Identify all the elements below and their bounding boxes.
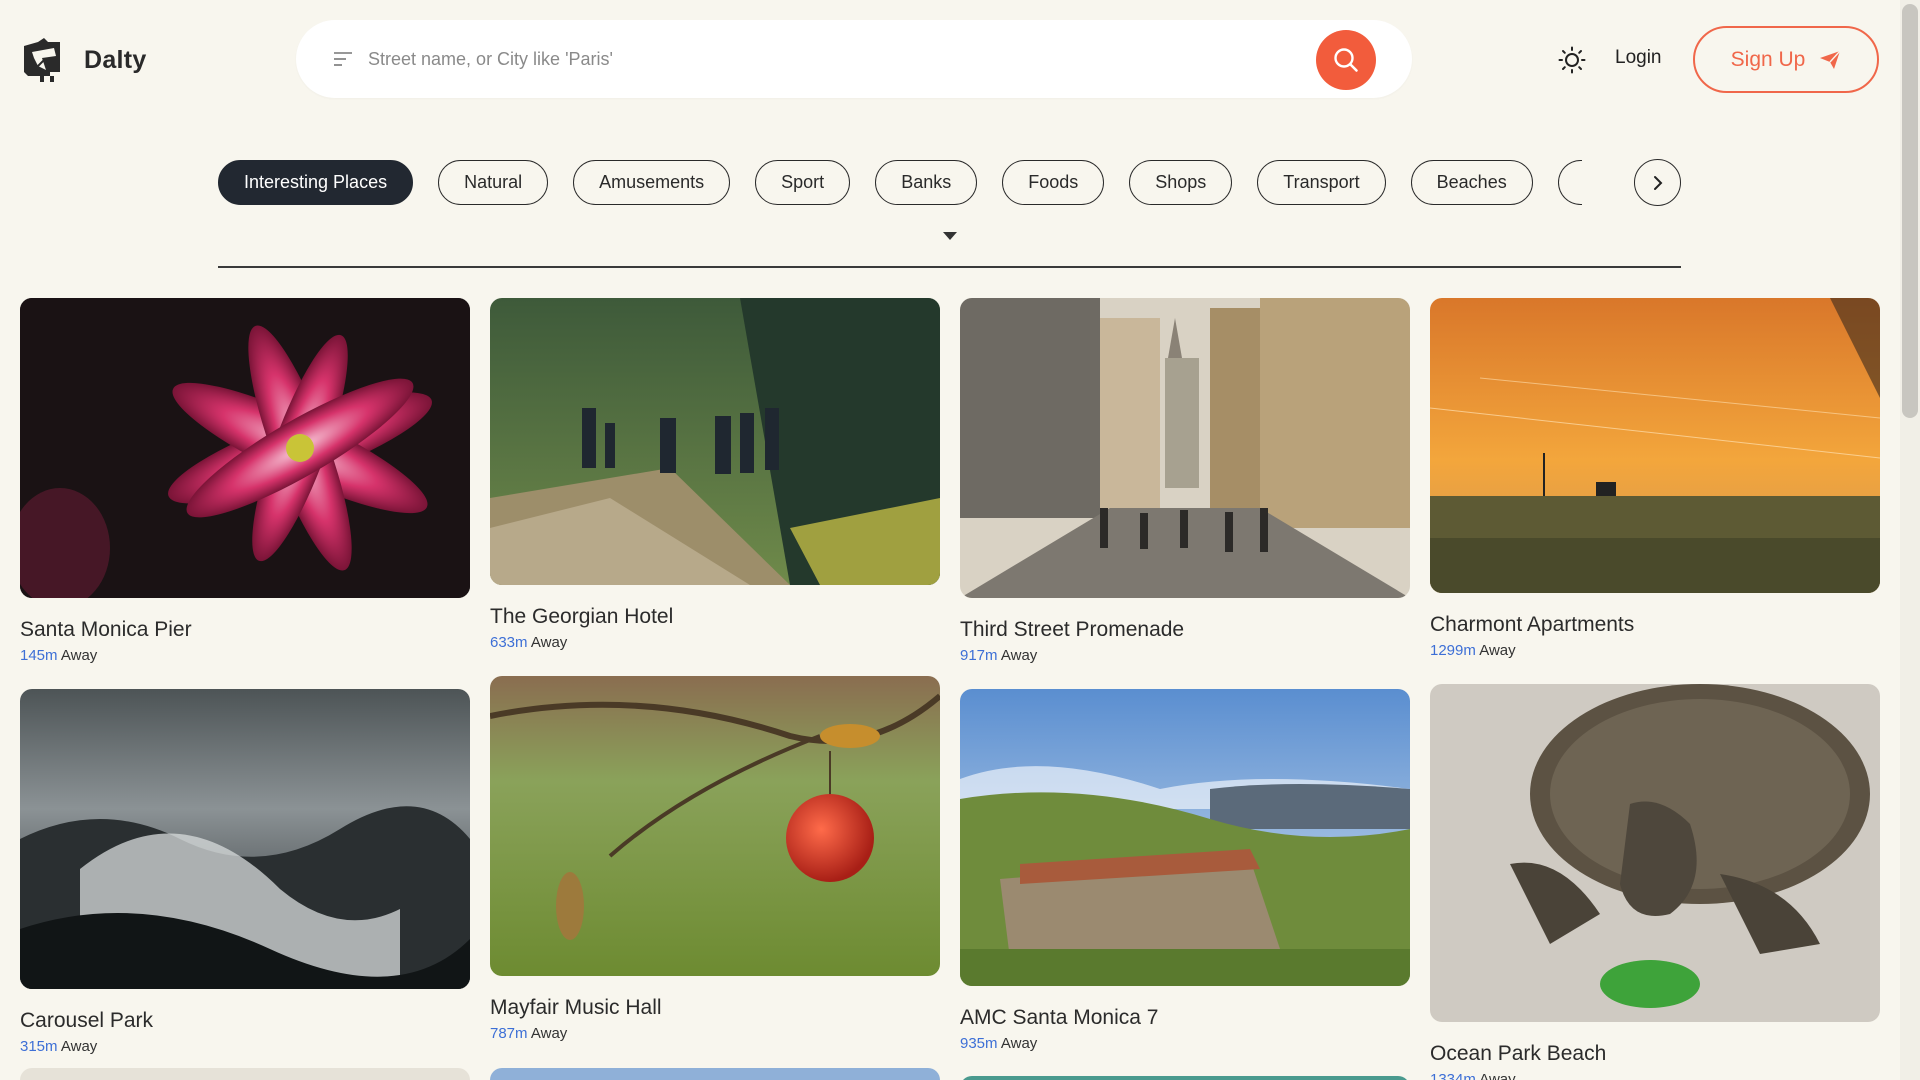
- place-photo: [490, 298, 940, 585]
- place-photo: [20, 298, 470, 598]
- chevron-right-icon: [1653, 175, 1662, 190]
- search-button[interactable]: [1316, 30, 1376, 90]
- sun-icon[interactable]: [1558, 46, 1586, 74]
- place-distance: 787m Away: [490, 1025, 568, 1042]
- place-card[interactable]: Santa Monica Pier 145m Away: [20, 298, 470, 664]
- place-card-peek[interactable]: [960, 1076, 1410, 1080]
- search-input[interactable]: [368, 48, 1268, 70]
- search-icon: [1334, 48, 1358, 72]
- place-title: AMC Santa Monica 7: [960, 1006, 1159, 1029]
- login-link[interactable]: Login: [1615, 47, 1662, 69]
- place-title: Mayfair Music Hall: [490, 996, 662, 1019]
- tab-sport[interactable]: Sport: [755, 159, 851, 205]
- place-photo: [20, 689, 470, 989]
- tab-natural[interactable]: Natural: [438, 159, 549, 205]
- place-card[interactable]: Third Street Promenade 917m Away: [960, 298, 1410, 664]
- place-card[interactable]: Mayfair Music Hall 787m Away: [490, 676, 940, 1042]
- place-distance: 1299m Away: [1430, 642, 1516, 659]
- place-distance: 917m Away: [960, 647, 1038, 664]
- place-card[interactable]: AMC Santa Monica 7 935m Away: [960, 689, 1410, 1052]
- place-title: Charmont Apartments: [1430, 613, 1635, 636]
- place-title: Ocean Park Beach: [1430, 1042, 1607, 1065]
- place-title: The Georgian Hotel: [490, 605, 674, 628]
- place-distance: 315m Away: [20, 1038, 98, 1055]
- place-card-peek[interactable]: [20, 1068, 470, 1080]
- tab-banks[interactable]: Banks: [875, 159, 978, 205]
- tab-interesting-places[interactable]: Interesting Places: [218, 159, 414, 205]
- logo[interactable]: Dalty: [20, 36, 147, 84]
- place-card[interactable]: The Georgian Hotel 633m Away: [490, 298, 940, 651]
- place-distance: 1334m Away: [1430, 1071, 1516, 1080]
- place-title: Carousel Park: [20, 1009, 154, 1032]
- place-photo: [1430, 684, 1880, 1022]
- airplane-in-box-icon: [24, 38, 60, 82]
- filter-lines-icon[interactable]: [332, 50, 354, 68]
- place-distance: 633m Away: [490, 634, 568, 651]
- tab-shops[interactable]: Shops: [1129, 159, 1233, 205]
- place-photo: [960, 689, 1410, 986]
- tab-partial[interactable]: [1557, 159, 1582, 205]
- category-tabs: Interesting Places Natural Amusements Sp…: [218, 159, 1681, 205]
- place-card[interactable]: Ocean Park Beach 1334m Away: [1430, 684, 1880, 1080]
- tab-amusements[interactable]: Amusements: [573, 159, 731, 205]
- place-distance: 145m Away: [20, 647, 98, 664]
- place-card[interactable]: Charmont Apartments 1299m Away: [1430, 298, 1880, 659]
- place-photo: [1430, 298, 1880, 593]
- place-distance: 935m Away: [960, 1035, 1038, 1052]
- app-name: Dalty: [84, 45, 147, 74]
- caret-down-icon[interactable]: [943, 232, 957, 240]
- place-card-peek[interactable]: [490, 1068, 940, 1080]
- place-photo: [960, 298, 1410, 598]
- sign-up-label: Sign Up: [1730, 47, 1806, 71]
- place-photo: [490, 676, 940, 976]
- place-title: Third Street Promenade: [960, 618, 1185, 641]
- search-bar: [296, 20, 1412, 98]
- tab-beaches[interactable]: Beaches: [1410, 159, 1533, 205]
- tab-foods[interactable]: Foods: [1002, 159, 1105, 205]
- place-card[interactable]: Carousel Park 315m Away: [20, 689, 470, 1055]
- tab-transport[interactable]: Transport: [1257, 159, 1386, 205]
- divider: [218, 266, 1681, 268]
- scrollbar-thumb[interactable]: [1902, 4, 1918, 418]
- paper-plane-icon: [1820, 50, 1841, 69]
- sign-up-button[interactable]: Sign Up: [1693, 26, 1879, 93]
- categories-next-button[interactable]: [1634, 159, 1681, 206]
- place-title: Santa Monica Pier: [20, 618, 192, 641]
